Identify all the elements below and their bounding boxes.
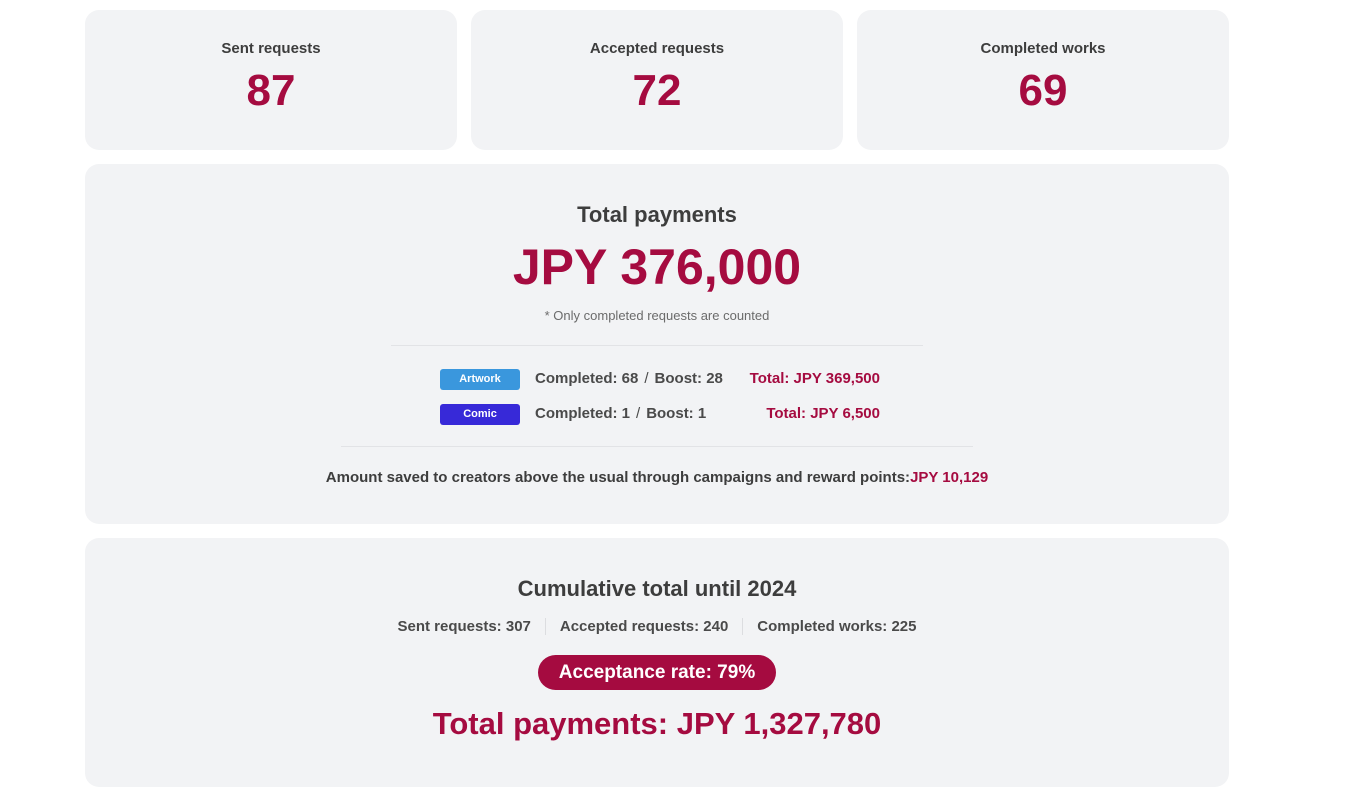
- comic-badge: Comic: [440, 404, 520, 425]
- accepted-requests-card: Accepted requests 72: [471, 10, 843, 150]
- artwork-boost: Boost: 28: [654, 370, 723, 387]
- accepted-requests-label: Accepted requests: [589, 40, 725, 57]
- accepted-requests-value: 72: [632, 66, 682, 115]
- divider: [391, 345, 923, 346]
- comic-boost: Boost: 1: [646, 405, 707, 422]
- total-payments-amount: JPY 376,000: [512, 239, 802, 295]
- sent-requests-value: 87: [246, 66, 296, 115]
- completed-works-label: Completed works: [980, 40, 1106, 57]
- separator: /: [644, 370, 649, 387]
- breakdown-row-artwork: Artwork Completed: 68 / Boost: 28 Total: J…: [440, 369, 880, 391]
- cumulative-sent: Sent requests: 307: [397, 618, 531, 635]
- artwork-completed: Completed: 68: [535, 370, 639, 387]
- sent-requests-label: Sent requests: [221, 40, 321, 57]
- separator: /: [636, 405, 641, 422]
- artwork-counts: Completed: 68 / Boost: 28: [535, 370, 723, 387]
- artwork-badge: Artwork: [440, 369, 520, 390]
- comic-counts: Completed: 1 / Boost: 1: [535, 405, 706, 422]
- divider: [341, 446, 973, 447]
- saved-amount-line: Amount saved to creators above the usual…: [85, 469, 1229, 486]
- completed-works-value: 69: [1018, 66, 1068, 115]
- artwork-total: Total: JPY 369,500: [749, 370, 880, 387]
- total-payments-note: * Only completed requests are counted: [544, 308, 770, 323]
- breakdown-row-comic: Comic Completed: 1 / Boost: 1 Total: JPY 6…: [440, 404, 880, 426]
- total-payments-card: Total payments JPY 376,000 * Only comple…: [85, 164, 1229, 524]
- acceptance-rate-badge: Acceptance rate: 79%: [537, 655, 777, 690]
- cumulative-title: Cumulative total until 2024: [517, 576, 797, 601]
- cumulative-total-payments: Total payments: JPY 1,327,780: [432, 706, 882, 741]
- completed-works-card: Completed works 69: [857, 10, 1229, 150]
- cumulative-total-card: Cumulative total until 2024 Sent request…: [85, 538, 1229, 787]
- comic-total: Total: JPY 6,500: [766, 405, 880, 422]
- total-payments-title: Total payments: [577, 202, 737, 227]
- cumulative-stats: Sent requests: 307 Accepted requests: 240…: [85, 618, 1229, 635]
- cumulative-accepted: Accepted requests: 240: [544, 618, 742, 635]
- saved-amount-label: Amount saved to creators above the usual…: [325, 469, 911, 486]
- sent-requests-card: Sent requests 87: [85, 10, 457, 150]
- saved-amount-value: JPY 10,129: [910, 469, 989, 486]
- comic-completed: Completed: 1: [535, 405, 631, 422]
- cumulative-completed: Completed works: 225: [742, 618, 930, 635]
